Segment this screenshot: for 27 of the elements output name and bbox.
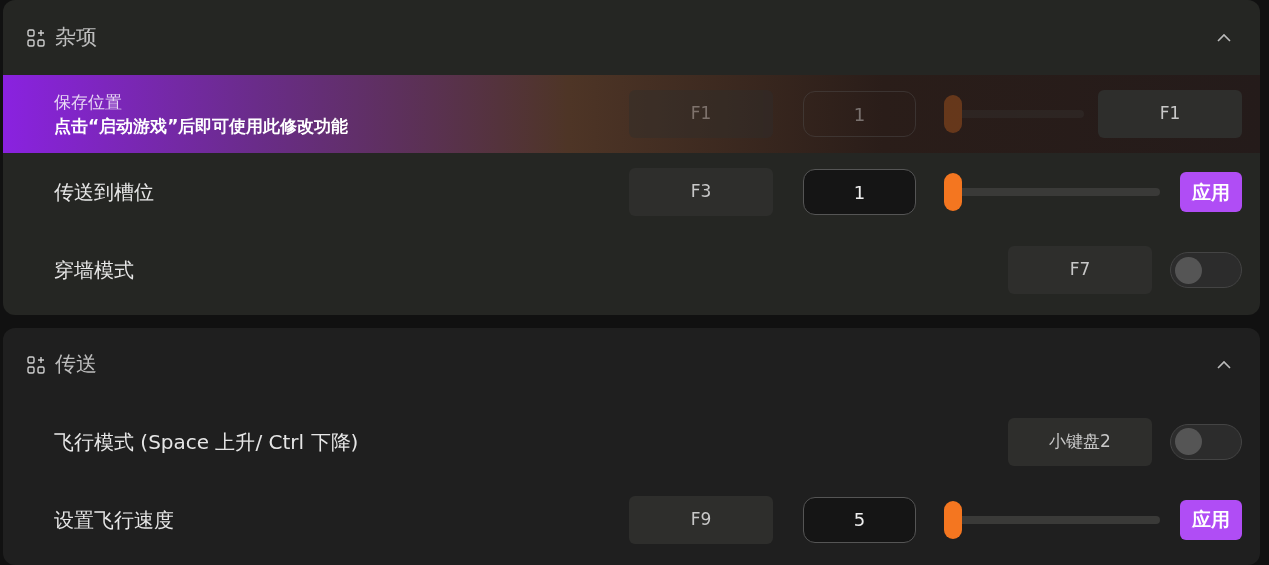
hotkey-button[interactable]: F3: [629, 168, 773, 216]
apps-add-icon: [27, 28, 45, 47]
apply-button[interactable]: 应用: [1180, 172, 1242, 212]
setting-label: 保存位置: [54, 91, 123, 114]
toggle-switch[interactable]: [1170, 252, 1242, 288]
setting-label: 传送到槽位: [54, 179, 154, 206]
apply-button[interactable]: 应用: [1180, 499, 1242, 540]
hotkey-button[interactable]: F1: [1098, 90, 1242, 138]
value-field[interactable]: 1: [803, 169, 916, 215]
slider-thumb[interactable]: [944, 500, 962, 539]
hotkey-button[interactable]: F9: [629, 495, 773, 544]
setting-label: 飞行模式 (Space 上升/ Ctrl 下降): [54, 428, 359, 456]
setting-label: 设置飞行速度: [54, 506, 174, 534]
slider[interactable]: [944, 173, 1160, 211]
notice-text: 点击“启动游戏”后即可使用此修改功能: [54, 115, 349, 138]
section-title: 杂项: [55, 23, 97, 51]
slider-thumb[interactable]: [944, 173, 962, 211]
slider[interactable]: [944, 500, 1160, 539]
section-title: 传送: [55, 351, 97, 379]
chevron-icon[interactable]: [1216, 32, 1232, 43]
setting-label: 穿墙模式: [54, 257, 134, 284]
toggle-switch[interactable]: [1170, 423, 1242, 460]
hotkey-button[interactable]: F7: [1008, 246, 1152, 294]
hotkey-button[interactable]: 小键盘2: [1008, 417, 1152, 466]
apps-add-icon: [27, 356, 45, 375]
value-field[interactable]: 5: [803, 496, 916, 543]
chevron-icon[interactable]: [1216, 360, 1232, 371]
